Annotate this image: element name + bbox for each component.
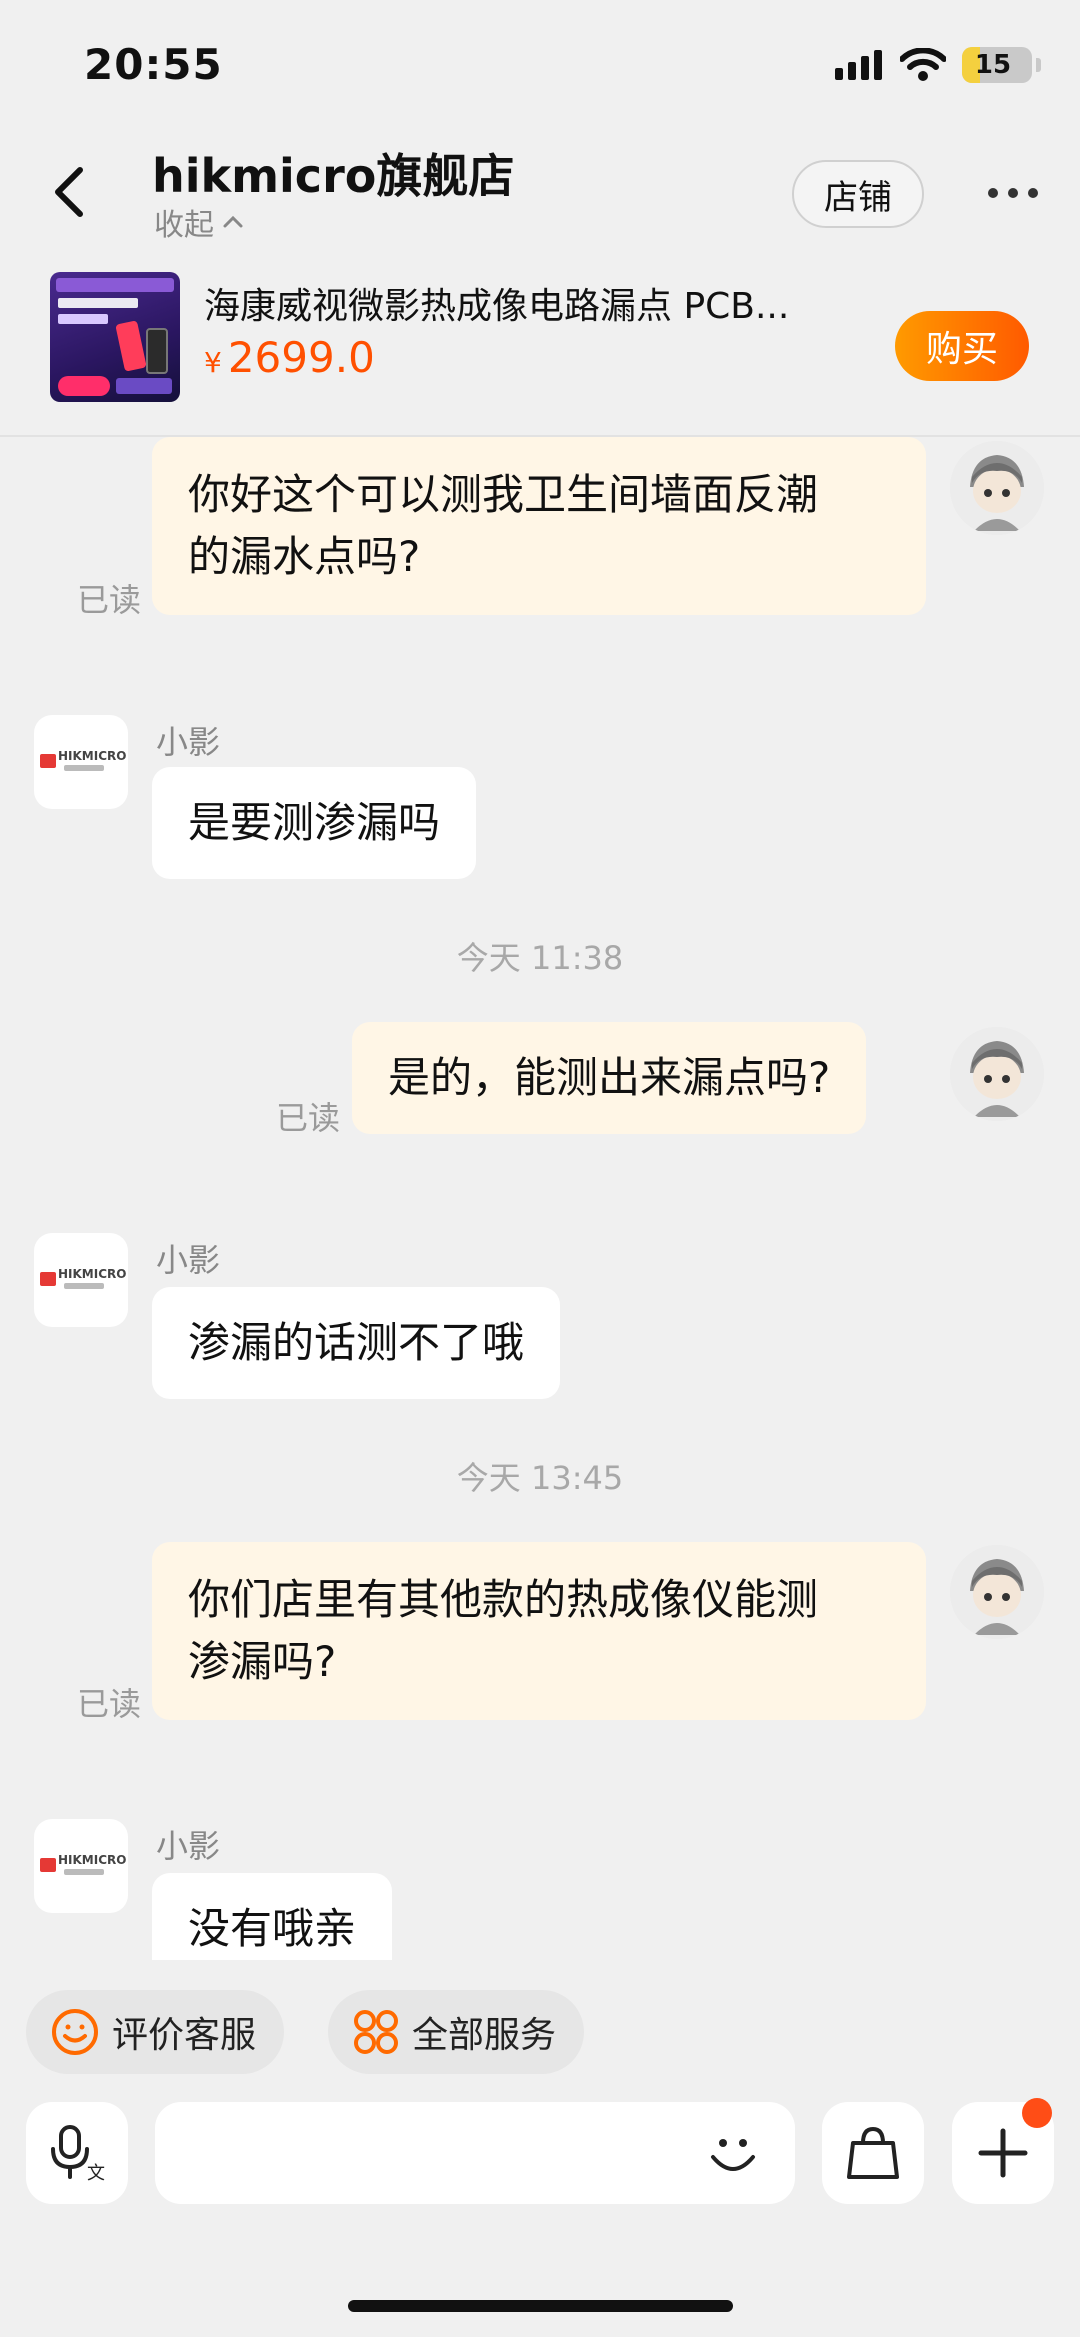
timestamp: 今天 11:38	[456, 939, 624, 977]
buy-button[interactable]: 购买	[895, 311, 1029, 381]
shop-avatar[interactable]: HIKMICRO	[34, 1819, 128, 1913]
user-avatar	[950, 1545, 1044, 1639]
sender-name: 小影	[156, 723, 221, 761]
message-list[interactable]: 你好这个可以测我卫生间墙面反潮 的漏水点吗? 已读 HIKMICRO 小影 是要…	[0, 437, 1080, 1960]
battery-icon: 15	[962, 47, 1032, 83]
collapse-toggle[interactable]: 收起	[154, 200, 244, 244]
message-bubble-shop[interactable]: 没有哦亲	[152, 1873, 393, 1960]
collapse-label: 收起	[154, 208, 214, 243]
shop-avatar[interactable]: HIKMICRO	[34, 715, 128, 809]
message-text: 你好这个可以测我卫生间墙面反潮	[188, 470, 819, 519]
sender-name: 小影	[156, 1827, 221, 1865]
emoji-icon[interactable]	[705, 2125, 761, 2181]
signal-icon	[835, 50, 882, 80]
message-bubble-shop[interactable]: 渗漏的话测不了哦	[152, 1287, 561, 1399]
read-receipt: 已读	[276, 1099, 341, 1137]
user-avatar	[950, 1027, 1044, 1121]
message-input[interactable]	[155, 2102, 795, 2204]
timestamp: 今天 13:45	[456, 1459, 624, 1497]
shop-logo-text: HIKMICRO	[58, 1267, 127, 1281]
shop-name: hikmicro旗舰店	[152, 149, 515, 203]
currency-symbol: ¥	[204, 346, 222, 379]
read-receipt: 已读	[77, 581, 142, 619]
notification-dot	[1022, 2098, 1052, 2128]
message-bubble-shop[interactable]: 是要测渗漏吗	[152, 767, 477, 879]
product-thumbnail[interactable]	[50, 272, 180, 402]
store-button[interactable]: 店铺	[792, 160, 924, 228]
voice-input-button[interactable]: 文	[26, 2102, 128, 2204]
shop-logo-text: HIKMICRO	[58, 749, 127, 763]
shop-logo-text: HIKMICRO	[58, 1853, 127, 1867]
plus-icon	[978, 2128, 1028, 2178]
chat-screen: 20:55 15 hikmicro旗舰店 收起 店铺 海康威视微影热成像电路漏点…	[0, 0, 1080, 2337]
sender-name: 小影	[156, 1241, 221, 1279]
more-icon[interactable]	[985, 185, 1041, 201]
chevron-up-icon	[223, 215, 243, 228]
message-text: 渗漏吗?	[188, 1637, 337, 1686]
shop-avatar[interactable]: HIKMICRO	[34, 1233, 128, 1327]
input-bar: 文	[0, 2080, 1080, 2337]
back-arrow-icon[interactable]	[44, 162, 94, 222]
battery-level: 15	[974, 50, 1012, 80]
product-card[interactable]: 海康威视微影热成像电路漏点 PCB... ¥2699.0 购买	[0, 255, 1080, 435]
services-grid-icon	[354, 2010, 398, 2054]
voice-input-icon: 文	[51, 2125, 105, 2183]
status-time: 20:55	[84, 40, 223, 89]
message-bubble-mine[interactable]: 你们店里有其他款的热成像仪能测 渗漏吗?	[152, 1542, 926, 1720]
message-text: 你们店里有其他款的热成像仪能测	[188, 1575, 819, 1624]
rate-service-label: 评价客服	[112, 2015, 257, 2056]
price-value: 2699.0	[227, 333, 375, 382]
all-services-label: 全部服务	[412, 2015, 557, 2056]
message-bubble-mine[interactable]: 是的，能测出来漏点吗?	[352, 1022, 867, 1134]
wifi-icon	[900, 48, 946, 81]
user-avatar	[950, 441, 1044, 535]
product-price: ¥2699.0	[204, 333, 375, 382]
svg-text:文: 文	[87, 2163, 105, 2183]
shopping-bag-icon	[847, 2126, 899, 2179]
message-text: 的漏水点吗?	[188, 532, 421, 581]
shopping-bag-button[interactable]	[822, 2102, 924, 2204]
status-bar: 20:55 15	[0, 0, 1080, 130]
all-services-button[interactable]: 全部服务	[328, 1990, 585, 2074]
smile-icon	[52, 2009, 98, 2055]
read-receipt: 已读	[77, 1685, 142, 1723]
rate-service-button[interactable]: 评价客服	[26, 1990, 285, 2074]
home-indicator[interactable]	[348, 2300, 733, 2312]
message-bubble-mine[interactable]: 你好这个可以测我卫生间墙面反潮 的漏水点吗?	[152, 437, 926, 615]
product-title: 海康威视微影热成像电路漏点 PCB...	[204, 286, 790, 327]
